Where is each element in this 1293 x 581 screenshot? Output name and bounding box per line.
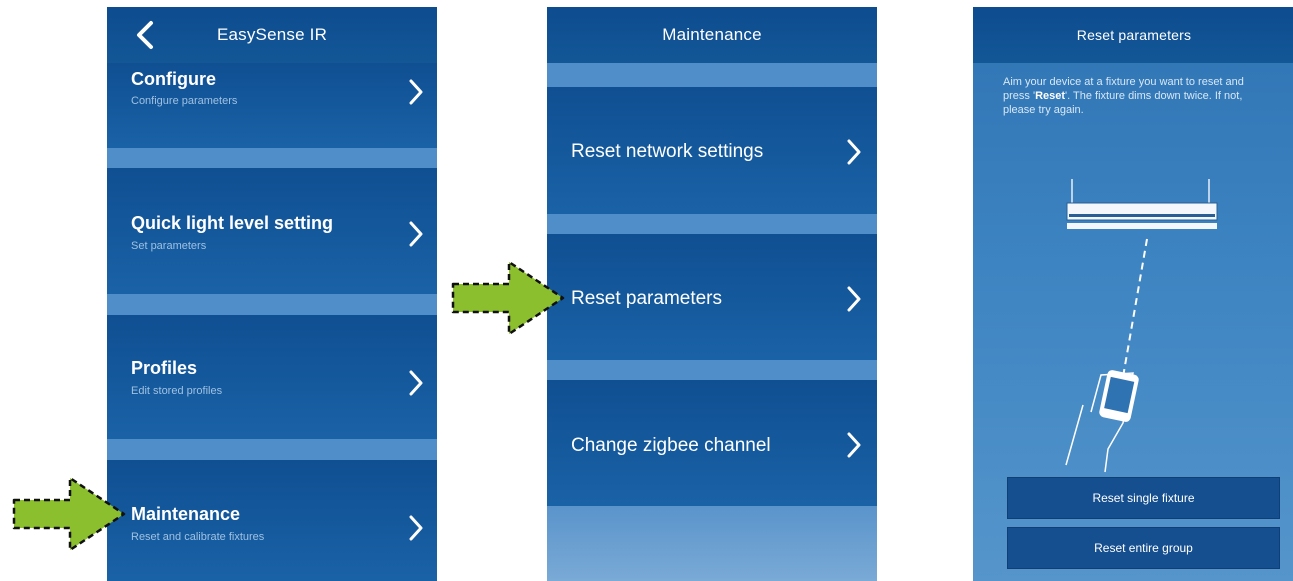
screen-header: Reset parameters [973, 7, 1293, 63]
header-title: EasySense IR [216, 25, 328, 44]
menu-item-configure[interactable]: Configure Configure parameters [107, 63, 437, 148]
chevron-right-icon [409, 221, 423, 247]
empty-area [547, 506, 877, 581]
back-arrow-icon[interactable] [131, 19, 159, 51]
separator [107, 439, 437, 460]
highlight-arrow-icon [12, 476, 126, 552]
separator [547, 360, 877, 380]
menu-item-change-zigbee-channel[interactable]: Change zigbee channel [547, 380, 877, 506]
menu-item-title: Configure [131, 69, 216, 89]
menu-item-title: Reset parameters [571, 288, 723, 309]
separator [107, 294, 437, 315]
highlight-arrow-icon [451, 260, 565, 336]
instruction-text-bold: Reset [1035, 90, 1066, 102]
screen-header: EasySense IR [107, 7, 437, 63]
separator [107, 148, 437, 168]
chevron-right-icon [409, 370, 423, 396]
chevron-right-icon [847, 286, 861, 312]
easysense-main-screen: EasySense IR Configure Configure paramet… [107, 7, 437, 581]
menu-item-title: Change zigbee channel [571, 435, 771, 456]
screen-header: Maintenance [547, 7, 877, 63]
fixture-illustration [1065, 179, 1218, 473]
chevron-right-icon [847, 432, 861, 458]
menu-item-title: Profiles [131, 358, 198, 378]
menu-item-maintenance[interactable]: Maintenance Reset and calibrate fixtures [107, 460, 437, 581]
menu-item-subtitle: Edit stored profiles [131, 385, 223, 397]
menu-item-profiles[interactable]: Profiles Edit stored profiles [107, 315, 437, 439]
reset-single-fixture-button[interactable]: Reset single fixture [1007, 477, 1280, 519]
reset-entire-group-button[interactable]: Reset entire group [1007, 527, 1280, 569]
menu-item-subtitle: Reset and calibrate fixtures [131, 531, 265, 543]
chevron-right-icon [847, 139, 861, 165]
menu-item-title: Reset network settings [571, 141, 764, 162]
header-title: Reset parameters [1076, 27, 1192, 43]
maintenance-screen: Maintenance Reset network settings Reset… [547, 7, 877, 581]
menu-item-quick-light-level[interactable]: Quick light level setting Set parameters [107, 168, 437, 294]
separator [547, 214, 877, 234]
menu-item-subtitle: Configure parameters [131, 95, 238, 107]
separator [547, 63, 877, 87]
reset-parameters-screen: Reset parameters Aim your device at a fi… [973, 7, 1293, 581]
header-title: Maintenance [662, 25, 762, 44]
menu-item-reset-parameters[interactable]: Reset parameters [547, 234, 877, 360]
chevron-right-icon [409, 515, 423, 541]
instruction-text: Aim your device at a fixture you want to… [1003, 75, 1265, 117]
menu-item-reset-network-settings[interactable]: Reset network settings [547, 87, 877, 214]
menu-item-title: Maintenance [131, 504, 241, 524]
menu-item-title: Quick light level setting [131, 213, 334, 233]
chevron-right-icon [409, 79, 423, 105]
menu-item-subtitle: Set parameters [131, 240, 207, 252]
